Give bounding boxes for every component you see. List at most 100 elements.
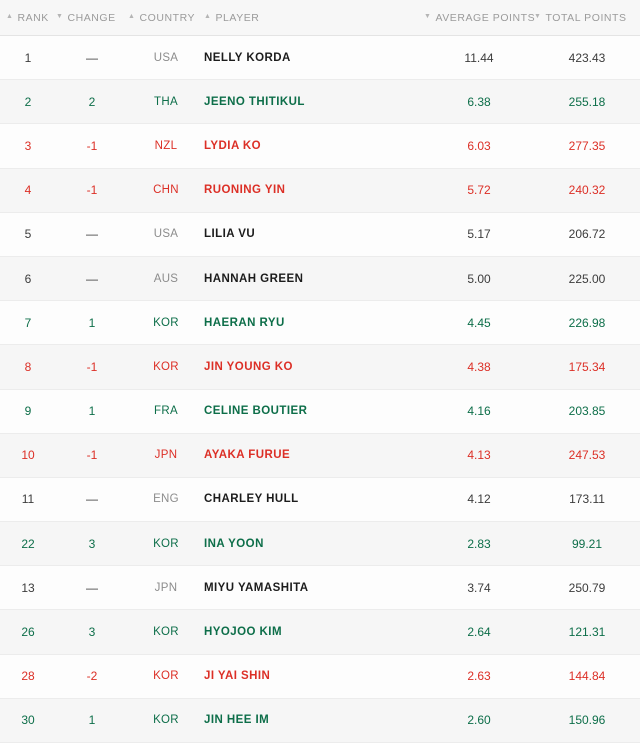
column-header-average-points[interactable]: ▼ AVERAGE POINTS [424, 11, 536, 24]
table-row[interactable]: 7 1 KOR HAERAN RYU 4.45 226.98 [0, 301, 640, 346]
table-header-row: ▲ RANK ▼ CHANGE ▲ COUNTRY ▲ PLAYER ▼ AVE… [0, 0, 640, 36]
table-row[interactable]: 2 2 THA JEENO THITIKUL 6.38 255.18 [0, 80, 640, 125]
player-name: RUONING YIN [204, 184, 286, 197]
total-points-value: 99.21 [571, 536, 603, 551]
rank-value: 4 [24, 183, 32, 198]
table-row[interactable]: 30 1 KOR JIN HEE IM 2.60 150.96 [0, 698, 640, 743]
rank-value: 3 [24, 138, 32, 153]
player-name: JIN HEE IM [204, 714, 270, 727]
table-row[interactable]: 28 -2 KOR JI YAI SHIN 2.63 144.84 [0, 654, 640, 699]
average-points-value: 2.64 [467, 625, 491, 640]
rank-value: 9 [24, 404, 32, 419]
column-header-average-points-label: AVERAGE POINTS [435, 11, 536, 24]
rank-value: 8 [24, 359, 32, 374]
table-row[interactable]: 6 — AUS HANNAH GREEN 5.00 225.00 [0, 256, 640, 302]
total-points-value: 121.31 [568, 625, 606, 640]
table-row[interactable]: 9 1 FRA CELINE BOUTIER 4.16 203.85 [0, 389, 640, 434]
change-value: -1 [86, 359, 98, 374]
table-row[interactable]: 4 -1 CHN RUONING YIN 5.72 240.32 [0, 168, 640, 213]
change-value: — [86, 271, 98, 286]
rank-value: 28 [21, 669, 35, 684]
table-row[interactable]: 26 3 KOR HYOJOO KIM 2.64 121.31 [0, 610, 640, 655]
change-value: -1 [86, 448, 98, 463]
average-points-value: 4.45 [467, 315, 491, 330]
rank-value: 5 [24, 227, 32, 242]
player-name: NELLY KORDA [204, 51, 291, 64]
rank-value: 26 [21, 625, 35, 640]
total-points-value: 150.96 [568, 713, 606, 728]
column-header-player-label: PLAYER [215, 11, 260, 24]
table-row[interactable]: 13 — JPN MIYU YAMASHITA 3.74 250.79 [0, 566, 640, 611]
total-points-value: 144.84 [568, 669, 606, 684]
table-row[interactable]: 3 -1 NZL LYDIA KO 6.03 277.35 [0, 124, 640, 169]
player-name: LILIA VU [204, 228, 256, 241]
player-name: JI YAI SHIN [204, 670, 271, 683]
country-code: USA [153, 228, 179, 241]
country-code: KOR [153, 670, 179, 683]
total-points-value: 173.11 [569, 492, 605, 507]
column-header-change[interactable]: ▼ CHANGE [56, 12, 128, 24]
player-name: MIYU YAMASHITA [204, 581, 309, 594]
average-points-value: 2.63 [467, 669, 491, 684]
average-points-value: 4.16 [467, 404, 491, 419]
table-row[interactable]: 1 — USA NELLY KORDA 11.44 423.43 [0, 36, 640, 81]
change-value: — [86, 492, 98, 507]
average-points-value: 6.03 [467, 138, 491, 153]
player-name: INA YOON [204, 537, 264, 550]
change-value: -1 [86, 183, 98, 198]
country-code: THA [154, 95, 178, 108]
total-points-value: 255.18 [568, 94, 606, 109]
country-code: KOR [153, 360, 179, 373]
player-name: JEENO THITIKUL [204, 95, 305, 108]
change-value: 2 [88, 94, 96, 109]
country-code: ENG [153, 493, 179, 506]
sort-desc-icon: ▼ [534, 13, 542, 20]
player-name: LYDIA KO [204, 139, 262, 152]
total-points-value: 240.32 [568, 183, 606, 198]
sort-desc-icon: ▼ [56, 13, 64, 20]
rank-value: 22 [21, 536, 35, 551]
column-header-player[interactable]: ▲ PLAYER [204, 12, 384, 24]
country-code: KOR [153, 316, 179, 329]
average-points-value: 5.17 [467, 227, 491, 242]
rank-value: 10 [21, 448, 35, 463]
country-code: JPN [154, 581, 178, 594]
rank-value: 6 [24, 271, 32, 286]
average-points-value: 11.44 [464, 50, 494, 65]
player-name: HANNAH GREEN [204, 272, 304, 285]
country-code: KOR [153, 626, 179, 639]
rank-value: 13 [21, 580, 35, 595]
average-points-value: 4.13 [467, 448, 491, 463]
rank-value: 11 [21, 492, 35, 507]
column-header-total-points[interactable]: ▼ TOTAL POINTS [534, 12, 640, 24]
column-header-country-label: COUNTRY [139, 11, 196, 24]
change-value: — [86, 227, 98, 242]
rank-value: 2 [24, 94, 32, 109]
sort-asc-icon: ▲ [128, 13, 136, 20]
sort-desc-icon: ▼ [424, 13, 432, 20]
average-points-value: 5.72 [467, 183, 491, 198]
column-header-country[interactable]: ▲ COUNTRY [128, 12, 204, 24]
table-row[interactable]: 8 -1 KOR JIN YOUNG KO 4.38 175.34 [0, 345, 640, 390]
column-header-rank[interactable]: ▲ RANK [0, 12, 56, 24]
average-points-value: 2.83 [467, 536, 491, 551]
total-points-value: 206.72 [568, 227, 606, 242]
total-points-value: 175.34 [568, 359, 606, 374]
table-row[interactable]: 22 3 KOR INA YOON 2.83 99.21 [0, 522, 640, 567]
country-code: AUS [153, 272, 179, 285]
change-value: 3 [88, 536, 96, 551]
table-row[interactable]: 10 -1 JPN AYAKA FURUE 4.13 247.53 [0, 433, 640, 478]
player-name: CELINE BOUTIER [204, 405, 308, 418]
table-row[interactable]: 11 — ENG CHARLEY HULL 4.12 173.11 [0, 477, 640, 523]
average-points-value: 6.38 [467, 94, 491, 109]
total-points-value: 225.00 [568, 271, 606, 286]
total-points-value: 277.35 [568, 138, 606, 153]
total-points-value: 247.53 [568, 448, 606, 463]
rank-value: 1 [24, 50, 32, 65]
change-value: -2 [86, 669, 98, 684]
rank-value: 7 [24, 315, 32, 330]
column-header-total-points-label: TOTAL POINTS [545, 11, 627, 24]
country-code: NZL [154, 139, 178, 152]
table-row[interactable]: 5 — USA LILIA VU 5.17 206.72 [0, 212, 640, 257]
sort-asc-icon: ▲ [204, 13, 212, 20]
